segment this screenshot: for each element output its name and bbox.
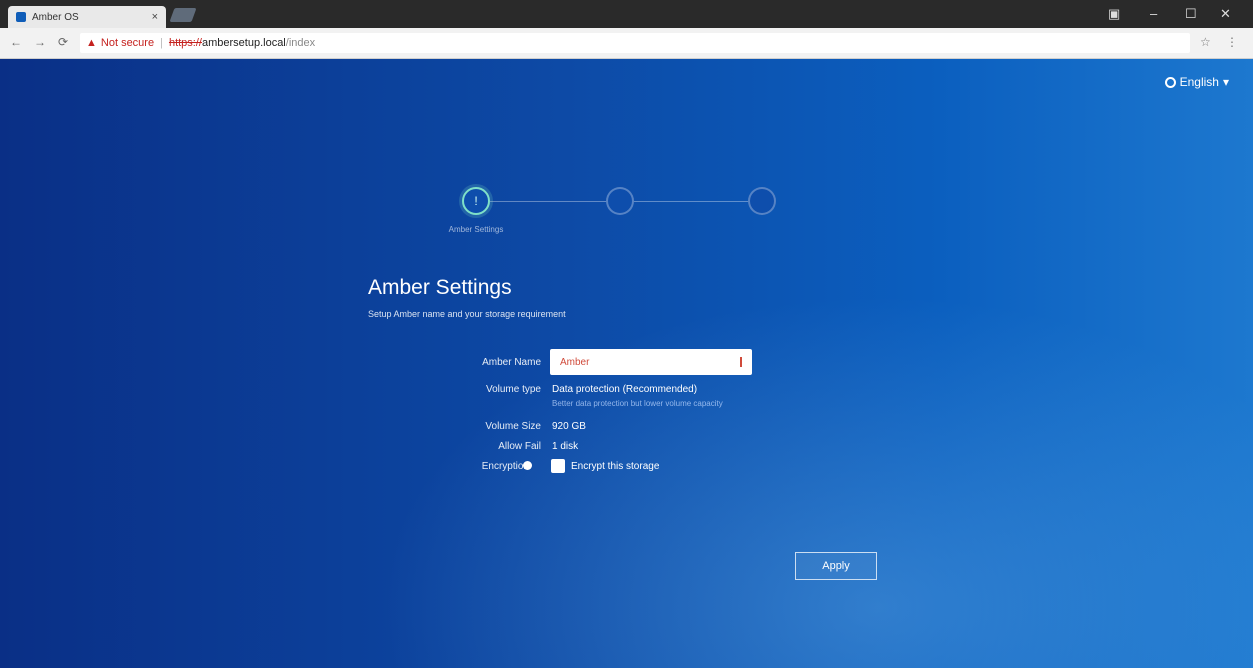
browser-menu-icon[interactable]: ⋮ (1226, 35, 1238, 49)
tab-title: Amber OS (32, 11, 79, 23)
allow-fail-label: Allow Fail (498, 441, 541, 452)
step-1-circle: ! (462, 187, 490, 215)
tab-close-icon[interactable]: × (152, 11, 158, 23)
chevron-down-icon: ▾ (1222, 75, 1229, 89)
language-label: English (1179, 75, 1219, 89)
allow-fail-value: 1 disk (552, 441, 579, 452)
amber-name-label: Amber Name (482, 357, 541, 368)
setup-page: English ▾ ! Amber Settings Amber Setting… (0, 59, 1253, 668)
encryption-label: Encryption (481, 461, 529, 472)
setup-stepper: ! Amber Settings (430, 185, 820, 245)
tab-favicon-icon (16, 12, 26, 22)
maximize-icon[interactable]: ☐ (1185, 6, 1197, 22)
browser-window: Amber OS × ▣ – ☐ ✕ ← → ⟳ ▲ Not secure | … (0, 0, 1253, 668)
minimize-icon[interactable]: – (1150, 6, 1157, 21)
step-1-label: Amber Settings (448, 225, 504, 234)
apply-button[interactable]: Apply (795, 552, 877, 580)
warning-icon: ▲ (86, 37, 97, 49)
amber-name-value: Amber (560, 356, 590, 368)
volume-size-value: 920 GB (552, 421, 586, 432)
back-icon[interactable]: ← (10, 35, 22, 49)
volume-type-value: Data protection (Recommended) (552, 384, 698, 395)
forward-icon[interactable]: → (34, 35, 46, 49)
url-path: /index (285, 37, 316, 49)
language-selector[interactable]: English ▾ (1164, 75, 1229, 89)
address-bar[interactable]: ▲ Not secure | https:// ambersetup.local… (80, 33, 1190, 53)
input-error-marker (740, 357, 742, 367)
address-separator: | (160, 37, 163, 49)
reload-icon[interactable]: ⟳ (58, 35, 68, 49)
new-tab-button[interactable] (169, 8, 197, 22)
bookmark-star-icon[interactable]: ☆ (1200, 35, 1211, 49)
volume-size-label: Volume Size (485, 421, 541, 432)
title-bar: Amber OS × ▣ – ☐ ✕ (0, 0, 1253, 28)
step-2-circle (606, 187, 634, 215)
url-scheme: https:// (168, 37, 202, 49)
url-host: ambersetup.local (201, 37, 286, 49)
page-subtitle: Setup Amber name and your storage requir… (368, 309, 566, 319)
info-icon[interactable] (523, 461, 532, 470)
volume-type-label: Volume type (485, 384, 541, 395)
page-title: Amber Settings (368, 276, 512, 299)
encrypt-checkbox-label[interactable]: Encrypt this storage (571, 461, 659, 472)
close-window-icon[interactable]: ✕ (1220, 6, 1231, 22)
globe-icon (1164, 76, 1176, 88)
volume-type-hint: Better data protection but lower volume … (552, 399, 723, 408)
browser-toolbar: ← → ⟳ ▲ Not secure | https:// ambersetup… (0, 28, 1253, 59)
browser-tab[interactable]: Amber OS × (8, 6, 166, 28)
security-label: Not secure (100, 37, 155, 49)
step-3-circle (748, 187, 776, 215)
profile-icon[interactable]: ▣ (1108, 6, 1120, 22)
encrypt-checkbox[interactable] (551, 459, 565, 473)
amber-name-input[interactable]: Amber (550, 349, 752, 375)
